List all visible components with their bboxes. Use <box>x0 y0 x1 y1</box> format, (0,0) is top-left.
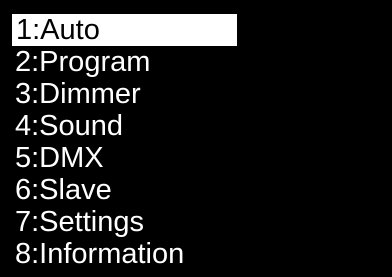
lcd-screen: 1:Auto 2:Program 3:Dimmer 4:Sound 5:DMX … <box>0 0 392 277</box>
menu-item-dimmer[interactable]: 3:Dimmer <box>12 78 238 110</box>
main-menu: 1:Auto 2:Program 3:Dimmer 4:Sound 5:DMX … <box>12 12 238 270</box>
menu-item-slave[interactable]: 6:Slave <box>12 174 238 206</box>
menu-item-information[interactable]: 8:Information <box>12 238 238 270</box>
menu-item-dmx[interactable]: 5:DMX <box>12 142 238 174</box>
menu-item-program[interactable]: 2:Program <box>12 46 238 78</box>
menu-item-auto[interactable]: 1:Auto <box>12 14 237 46</box>
menu-item-settings[interactable]: 7:Settings <box>12 206 238 238</box>
menu-item-sound[interactable]: 4:Sound <box>12 110 238 142</box>
